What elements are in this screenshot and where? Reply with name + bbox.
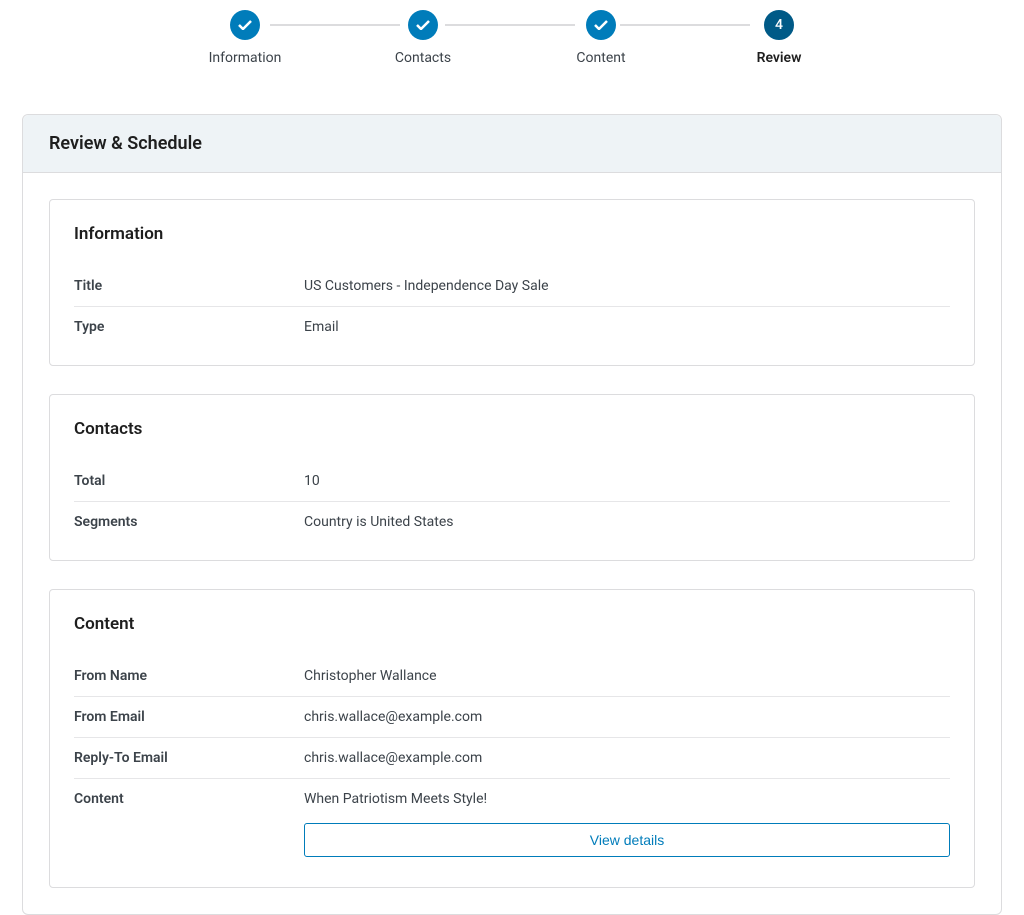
row-type: Type Email: [74, 307, 950, 347]
check-icon: [238, 20, 252, 30]
card-title: Content: [74, 614, 950, 634]
step-information[interactable]: Information: [185, 10, 305, 66]
row-from-email: From Email chris.wallace@example.com: [74, 697, 950, 738]
row-label: Segments: [74, 514, 304, 530]
view-details-button[interactable]: View details: [304, 823, 950, 857]
row-value: Email: [304, 319, 950, 335]
row-value: 10: [304, 473, 950, 489]
row-label: Total: [74, 473, 304, 489]
information-card: Information Title US Customers - Indepen…: [49, 199, 975, 366]
step-label: Contacts: [395, 50, 451, 66]
row-content: Content When Patriotism Meets Style! Vie…: [74, 779, 950, 869]
row-value: US Customers - Independence Day Sale: [304, 278, 950, 294]
step-circle: [408, 10, 438, 40]
step-label: Content: [576, 50, 625, 66]
check-icon: [594, 20, 608, 30]
row-segments: Segments Country is United States: [74, 502, 950, 542]
panel-title: Review & Schedule: [23, 115, 1001, 173]
row-label: Title: [74, 278, 304, 294]
review-panel: Review & Schedule Information Title US C…: [22, 114, 1002, 915]
row-from-name: From Name Christopher Wallance: [74, 656, 950, 697]
card-title: Information: [74, 224, 950, 244]
step-review[interactable]: 4 Review: [719, 10, 839, 66]
step-number: 4: [775, 17, 783, 33]
row-value: chris.wallace@example.com: [304, 750, 950, 766]
row-title: Title US Customers - Independence Day Sa…: [74, 266, 950, 307]
step-content[interactable]: Content: [541, 10, 661, 66]
step-contacts[interactable]: Contacts: [363, 10, 483, 66]
row-label: Content: [74, 791, 304, 857]
step-circle: 4: [764, 10, 794, 40]
row-label: Reply-To Email: [74, 750, 304, 766]
row-reply-to: Reply-To Email chris.wallace@example.com: [74, 738, 950, 779]
card-title: Contacts: [74, 419, 950, 439]
panel-body: Information Title US Customers - Indepen…: [23, 173, 1001, 914]
row-value: Country is United States: [304, 514, 950, 530]
step-label: Information: [209, 50, 282, 66]
step-circle: [586, 10, 616, 40]
row-total: Total 10: [74, 461, 950, 502]
row-value-stack: When Patriotism Meets Style! View detail…: [304, 791, 950, 857]
row-value: Christopher Wallance: [304, 668, 950, 684]
check-icon: [416, 20, 430, 30]
row-label: From Name: [74, 668, 304, 684]
content-card: Content From Name Christopher Wallance F…: [49, 589, 975, 888]
row-label: Type: [74, 319, 304, 335]
row-value: chris.wallace@example.com: [304, 709, 950, 725]
stepper: Information Contacts Content 4 Review: [0, 0, 1024, 84]
content-summary: When Patriotism Meets Style!: [304, 791, 950, 807]
step-circle: [230, 10, 260, 40]
step-label: Review: [757, 50, 802, 66]
contacts-card: Contacts Total 10 Segments Country is Un…: [49, 394, 975, 561]
row-label: From Email: [74, 709, 304, 725]
